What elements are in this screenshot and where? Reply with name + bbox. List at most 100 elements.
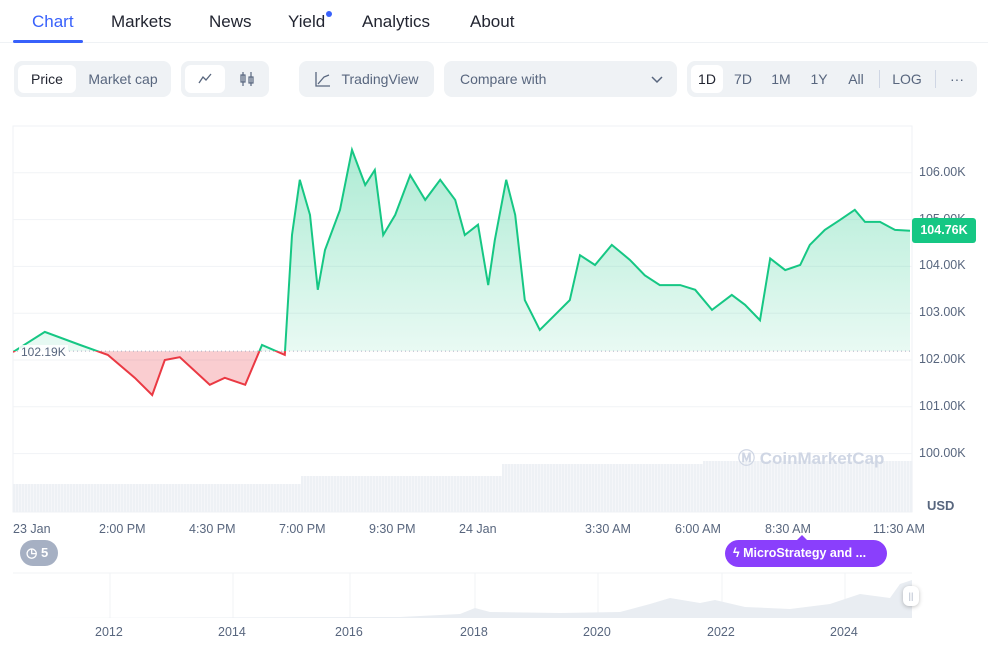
volume-bar — [661, 464, 664, 512]
volume-bar — [448, 476, 451, 512]
volume-bar — [670, 464, 673, 512]
volume-bar — [79, 484, 82, 512]
volume-bar — [190, 484, 193, 512]
coinmarketcap-watermark: Ⓜ CoinMarketCap — [738, 444, 884, 469]
volume-bar — [586, 464, 589, 512]
volume-bar — [658, 464, 661, 512]
volume-bar — [232, 484, 235, 512]
volume-bar — [412, 476, 415, 512]
y-tick-label: 100.00K — [919, 445, 966, 460]
volume-bar — [553, 464, 556, 512]
volume-bar — [157, 484, 160, 512]
volume-bar — [439, 476, 442, 512]
volume-bar — [457, 476, 460, 512]
volume-bar — [442, 476, 445, 512]
volume-bar — [43, 484, 46, 512]
volume-bar — [310, 476, 313, 512]
volume-bar — [607, 464, 610, 512]
navigator-year-label: 2022 — [707, 625, 735, 639]
x-tick-label: 23 Jan — [13, 522, 51, 536]
volume-bar — [691, 464, 694, 512]
volume-bar — [433, 476, 436, 512]
volume-bar — [274, 484, 277, 512]
volume-bar — [427, 476, 430, 512]
volume-bar — [712, 461, 715, 512]
volume-bar — [676, 464, 679, 512]
volume-bar — [58, 484, 61, 512]
volume-bar — [367, 476, 370, 512]
volume-bar — [721, 461, 724, 512]
volume-bar — [733, 461, 736, 512]
volume-bar — [730, 461, 733, 512]
baseline-price-label: 102.19K — [19, 345, 68, 359]
volume-bar — [304, 476, 307, 512]
volume-bar — [901, 461, 904, 512]
volume-bar — [109, 484, 112, 512]
volume-bar — [568, 464, 571, 512]
volume-bar — [22, 484, 25, 512]
volume-bar — [514, 464, 517, 512]
volume-bar — [541, 464, 544, 512]
volume-bar — [118, 484, 121, 512]
volume-bar — [340, 476, 343, 512]
volume-bar — [256, 484, 259, 512]
volume-bar — [160, 484, 163, 512]
volume-bar — [322, 476, 325, 512]
volume-bar — [253, 484, 256, 512]
volume-bar — [31, 484, 34, 512]
volume-bar — [484, 476, 487, 512]
volume-bar — [142, 484, 145, 512]
volume-bar — [385, 476, 388, 512]
volume-bar — [688, 464, 691, 512]
volume-bar — [637, 464, 640, 512]
currency-label: USD — [927, 498, 955, 513]
volume-bar — [346, 476, 349, 512]
x-tick-label: 2:00 PM — [99, 522, 146, 536]
volume-bar — [499, 476, 502, 512]
price-chart[interactable] — [0, 0, 988, 670]
volume-bar — [208, 484, 211, 512]
volume-bar — [178, 484, 181, 512]
volume-bar — [238, 484, 241, 512]
volume-bar — [358, 476, 361, 512]
volume-bar — [535, 464, 538, 512]
volume-bar — [211, 484, 214, 512]
volume-bar — [709, 461, 712, 512]
volume-bar — [34, 484, 37, 512]
volume-bar — [289, 484, 292, 512]
news-event-label: MicroStrategy and ... — [743, 546, 867, 560]
volume-bar — [619, 464, 622, 512]
volume-bar — [502, 464, 505, 512]
volume-bar — [352, 476, 355, 512]
navigator-year-label: 2014 — [218, 625, 246, 639]
volume-bar — [64, 484, 67, 512]
volume-bar — [889, 461, 892, 512]
events-history-button[interactable]: ◷ 5 — [20, 540, 58, 566]
volume-bar — [16, 484, 19, 512]
volume-bar — [391, 476, 394, 512]
volume-bar — [268, 484, 271, 512]
news-event-pill[interactable]: ϟ MicroStrategy and ... — [725, 535, 887, 567]
volume-bar — [583, 464, 586, 512]
volume-bar — [892, 461, 895, 512]
navigator-year-label: 2016 — [335, 625, 363, 639]
volume-bar — [406, 476, 409, 512]
volume-bar — [529, 464, 532, 512]
volume-bar — [571, 464, 574, 512]
volume-bar — [37, 484, 40, 512]
volume-bar — [229, 484, 232, 512]
volume-bar — [259, 484, 262, 512]
navigator-handle[interactable]: || — [903, 586, 919, 606]
volume-bar — [550, 464, 553, 512]
volume-bar — [199, 484, 202, 512]
volume-bar — [136, 484, 139, 512]
y-tick-label: 102.00K — [919, 352, 966, 366]
volume-bar — [451, 476, 454, 512]
volume-bar — [202, 484, 205, 512]
volume-bar — [643, 464, 646, 512]
volume-bar — [19, 484, 22, 512]
volume-bar — [28, 484, 31, 512]
volume-bar — [223, 484, 226, 512]
volume-bar — [307, 476, 310, 512]
volume-bar — [280, 484, 283, 512]
